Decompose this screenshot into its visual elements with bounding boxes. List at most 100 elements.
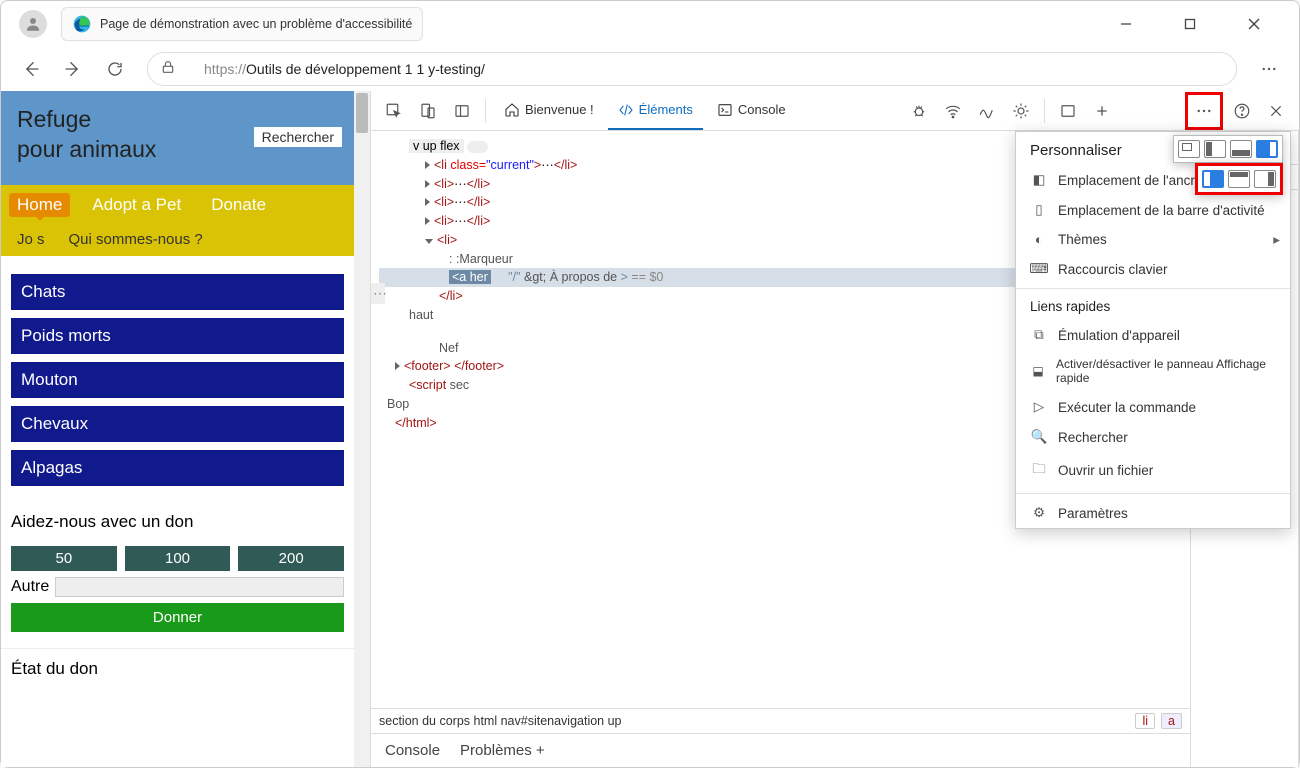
menu-toggle-drawer[interactable]: ⬓Activer/désactiver le panneau Affichage… bbox=[1016, 350, 1290, 392]
profile-avatar[interactable] bbox=[19, 10, 47, 38]
minimize-button[interactable] bbox=[1109, 7, 1143, 41]
close-devtools-icon[interactable] bbox=[1261, 96, 1291, 126]
chevron-right-icon: ▸ bbox=[1273, 232, 1280, 248]
dock-glyph-icon: ◧ bbox=[1030, 172, 1048, 188]
gear-icon: ⚙ bbox=[1030, 505, 1048, 521]
panel-glyph-icon: ▯ bbox=[1030, 202, 1048, 218]
dom-breadcrumb[interactable]: section du corps html nav#sitenavigation… bbox=[371, 708, 1190, 733]
page-header: Refugepour animaux Rechercher bbox=[1, 91, 354, 185]
window-controls bbox=[1109, 7, 1295, 41]
more-button-highlighted[interactable] bbox=[1185, 92, 1223, 130]
address-bar[interactable]: https://Outils de développement 1 1 y-te… bbox=[147, 52, 1237, 86]
forward-button[interactable] bbox=[55, 51, 91, 87]
browser-window: Page de démonstration avec un problème d… bbox=[0, 0, 1300, 768]
category-list: Chats Poids morts Mouton Chevaux Alpagas bbox=[1, 256, 354, 504]
content-body: Refugepour animaux Rechercher Home Adopt… bbox=[1, 91, 1299, 767]
performance-icon[interactable] bbox=[972, 96, 1002, 126]
page-scrollbar[interactable] bbox=[354, 91, 370, 767]
drawer-problems[interactable]: Problèmes + bbox=[460, 742, 545, 759]
play-icon: ▷ bbox=[1030, 399, 1048, 415]
keyboard-icon: ⌨ bbox=[1030, 261, 1048, 277]
refresh-button[interactable] bbox=[97, 51, 133, 87]
activity-top[interactable] bbox=[1228, 170, 1250, 188]
search-icon: 🔍 bbox=[1030, 429, 1048, 445]
cat-item[interactable]: Mouton bbox=[11, 362, 344, 398]
lock-icon bbox=[160, 59, 176, 80]
donation-amount[interactable]: 200 bbox=[238, 546, 344, 571]
cat-item[interactable]: Alpagas bbox=[11, 450, 344, 486]
cat-item[interactable]: Chevaux bbox=[11, 406, 344, 442]
dock-bottom[interactable] bbox=[1230, 140, 1252, 158]
url-path: Outils de développement 1 1 y-testing/ bbox=[246, 61, 485, 77]
back-button[interactable] bbox=[13, 51, 49, 87]
menu-open-file[interactable]: 🗀Ouvrir un fichier bbox=[1016, 452, 1290, 489]
dock-left[interactable] bbox=[1204, 140, 1226, 158]
close-button[interactable] bbox=[1237, 7, 1271, 41]
add-tab-icon[interactable] bbox=[1087, 96, 1117, 126]
dock-undock[interactable] bbox=[1178, 140, 1200, 158]
drawer-icon: ⬓ bbox=[1030, 364, 1046, 378]
drawer-console[interactable]: Console bbox=[385, 742, 440, 759]
wifi-icon[interactable] bbox=[938, 96, 968, 126]
tab-elements[interactable]: Éléments bbox=[608, 91, 703, 130]
devtools-panel: ⋯ Bienvenue ! Éléments Console bbox=[371, 91, 1299, 767]
nav-adopt[interactable]: Adopt a Pet bbox=[84, 193, 189, 217]
theme-icon: ◐ bbox=[1030, 232, 1048, 247]
device-emulation-icon[interactable] bbox=[413, 96, 443, 126]
nav-toolbar: https://Outils de développement 1 1 y-te… bbox=[1, 47, 1299, 91]
devtools-toolbar: Bienvenue ! Éléments Console bbox=[371, 91, 1299, 131]
donation-amount[interactable]: 100 bbox=[125, 546, 231, 571]
activity-bar-popup bbox=[1195, 163, 1283, 195]
drawer-tabs: Console Problèmes + bbox=[371, 733, 1190, 767]
inspect-icon[interactable] bbox=[379, 96, 409, 126]
maximize-button[interactable] bbox=[1173, 7, 1207, 41]
menu-settings[interactable]: ⚙Paramètres bbox=[1016, 498, 1290, 528]
activity-right[interactable] bbox=[1254, 170, 1276, 188]
browser-tab[interactable]: Page de démonstration avec un problème d… bbox=[61, 7, 423, 41]
cat-item[interactable]: Chats bbox=[11, 274, 344, 310]
url-scheme: https:// bbox=[204, 61, 246, 77]
menu-quicklinks-header: Liens rapides bbox=[1016, 293, 1290, 320]
donate-button[interactable]: Donner bbox=[11, 603, 344, 632]
sub-nav: Jo s Qui sommes-nous ? bbox=[1, 225, 354, 256]
memory-icon[interactable] bbox=[1006, 96, 1036, 126]
tab-title: Page de démonstration avec un problème d… bbox=[100, 17, 412, 31]
more-icon bbox=[1189, 96, 1219, 126]
tab-console[interactable]: Console bbox=[707, 91, 796, 130]
main-nav: Home Adopt a Pet Donate bbox=[1, 185, 354, 225]
dock-location-popup bbox=[1173, 135, 1283, 163]
other-input[interactable] bbox=[55, 577, 344, 597]
help-icon[interactable] bbox=[1227, 96, 1257, 126]
device-icon: ⧉ bbox=[1030, 327, 1048, 343]
nav-home[interactable]: Home bbox=[9, 193, 70, 217]
other-label: Autre bbox=[11, 578, 49, 596]
activity-left[interactable] bbox=[1202, 170, 1224, 188]
panel-icon[interactable] bbox=[1053, 96, 1083, 126]
titlebar: Page de démonstration avec un problème d… bbox=[1, 1, 1299, 47]
donation-title: Aidez-nous avec un don bbox=[11, 512, 344, 532]
folder-icon: 🗀 bbox=[1030, 459, 1048, 482]
browser-menu-button[interactable] bbox=[1251, 51, 1287, 87]
bug-icon[interactable] bbox=[904, 96, 934, 126]
menu-themes[interactable]: ◐Thèmes▸ bbox=[1016, 225, 1290, 254]
donation-status: État du don bbox=[1, 648, 354, 689]
donation-section: Aidez-nous avec un don 50 100 200 Autre … bbox=[1, 504, 354, 640]
search-label[interactable]: Rechercher bbox=[254, 127, 342, 147]
menu-device-emulation[interactable]: ⧉Émulation d'appareil bbox=[1016, 320, 1290, 350]
site-title-line1: Refuge bbox=[17, 106, 91, 132]
menu-run-command[interactable]: ▷Exécuter la commande bbox=[1016, 392, 1290, 422]
cat-item[interactable]: Poids morts bbox=[11, 318, 344, 354]
resize-handle[interactable]: ⋯ bbox=[371, 283, 385, 304]
donation-amount[interactable]: 50 bbox=[11, 546, 117, 571]
nav-donate[interactable]: Donate bbox=[203, 193, 274, 217]
edge-icon bbox=[72, 14, 92, 34]
subnav-item[interactable]: Jo s bbox=[17, 231, 45, 248]
menu-shortcuts[interactable]: ⌨Raccourcis clavier bbox=[1016, 254, 1290, 284]
dock-icon[interactable] bbox=[447, 96, 477, 126]
subnav-item[interactable]: Qui sommes-nous ? bbox=[69, 231, 203, 248]
dock-right[interactable] bbox=[1256, 140, 1278, 158]
tab-welcome[interactable]: Bienvenue ! bbox=[494, 91, 604, 130]
rendered-page: Refugepour animaux Rechercher Home Adopt… bbox=[1, 91, 371, 767]
menu-activity-bar[interactable]: ▯Emplacement de la barre d'activité bbox=[1016, 195, 1290, 225]
menu-search[interactable]: 🔍Rechercher bbox=[1016, 422, 1290, 452]
